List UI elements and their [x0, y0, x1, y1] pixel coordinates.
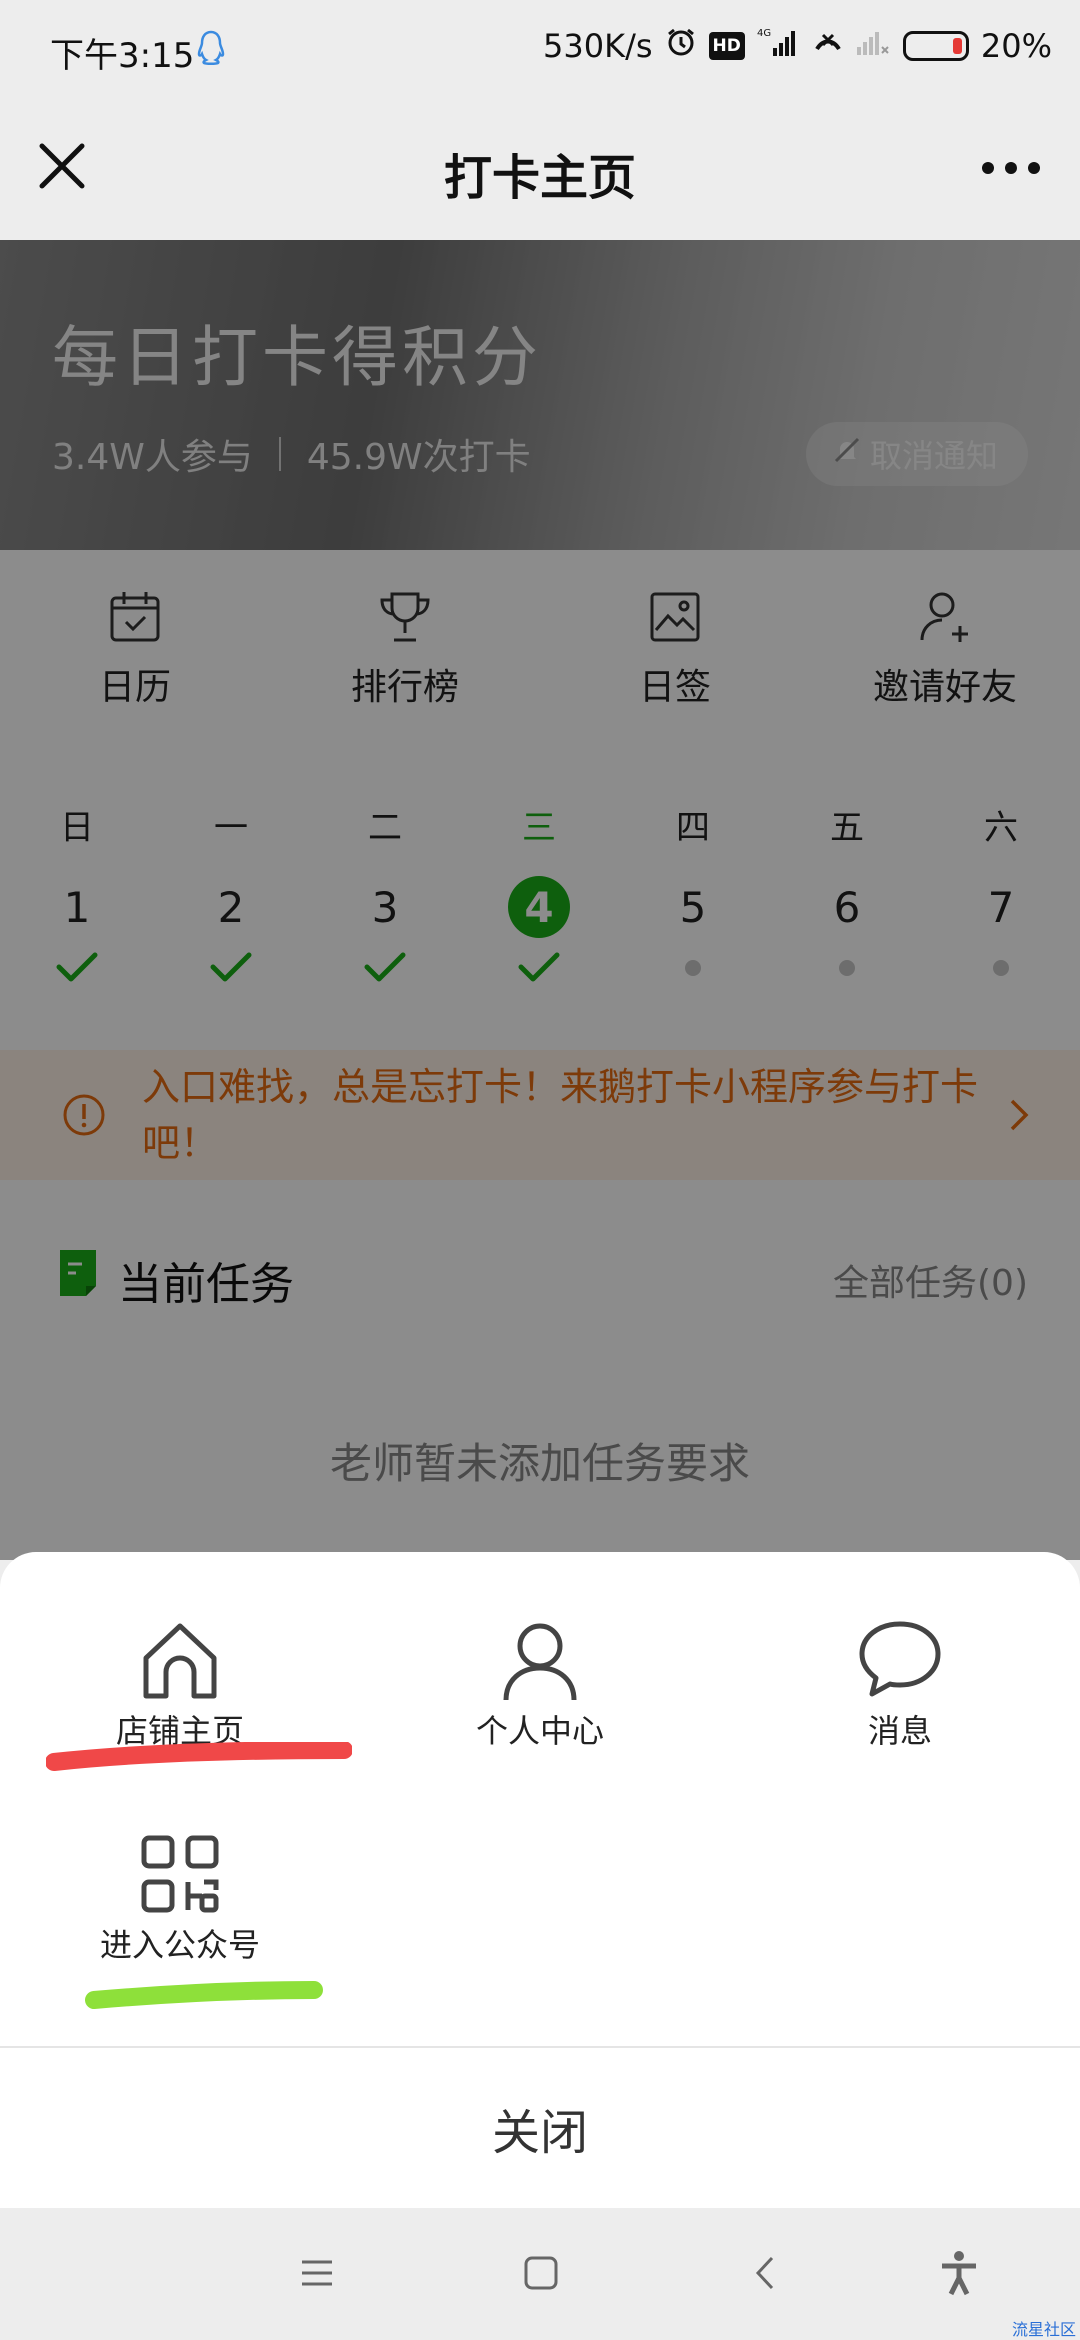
- net-speed: 530K/s: [543, 27, 653, 65]
- back-icon[interactable]: [742, 2248, 792, 2298]
- hd-badge: HD: [708, 32, 745, 60]
- qq-penguin-icon: [196, 30, 226, 70]
- status-bar: 下午3:15 530K/s HD 4G 20%: [0, 0, 1080, 96]
- sheet-label: 进入公众号: [99, 1926, 260, 1964]
- nav-bar: 打卡主页: [0, 96, 1080, 240]
- sheet-item-official-account[interactable]: 进入公众号: [50, 1832, 310, 1966]
- menu-lines-icon[interactable]: [292, 2248, 342, 2298]
- alarm-icon: [665, 26, 697, 66]
- sheet-item-messages[interactable]: 消息: [770, 1618, 1030, 1752]
- more-icon[interactable]: [976, 148, 1046, 188]
- battery-percent: 20%: [980, 27, 1052, 65]
- signal-empty-icon: [855, 27, 891, 65]
- system-nav-bar: 流星社区: [0, 2208, 1080, 2340]
- home-icon: [143, 1623, 217, 1699]
- svg-text:4G: 4G: [757, 28, 771, 39]
- watermark-text: 流星社区: [1011, 2320, 1076, 2339]
- status-right: 530K/s HD 4G 20%: [543, 26, 1052, 66]
- action-sheet: 店铺主页 个人中心 消息 进入公众号 关闭: [0, 1552, 1080, 2208]
- battery-icon: [902, 31, 969, 61]
- person-icon: [503, 1623, 577, 1701]
- modal-backdrop[interactable]: [0, 240, 1080, 1560]
- call-muted-icon: [813, 27, 843, 65]
- status-time: 下午3:15: [50, 36, 195, 76]
- page-title: 打卡主页: [443, 150, 636, 206]
- sheet-label: 个人中心: [475, 1712, 604, 1750]
- qr-code-icon: [141, 1835, 219, 1913]
- green-highlight-stroke: [85, 1981, 323, 2009]
- sheet-item-store-home[interactable]: 店铺主页: [50, 1618, 310, 1752]
- sheet-label: 消息: [867, 1712, 932, 1750]
- chat-bubble-icon: [859, 1621, 941, 1697]
- red-highlight-stroke: [46, 1742, 352, 1771]
- close-button[interactable]: 关闭: [0, 2048, 1080, 2208]
- accessibility-icon[interactable]: [934, 2248, 984, 2298]
- signal-4g-icon: 4G: [757, 26, 801, 66]
- home-square-icon[interactable]: [516, 2248, 566, 2298]
- sheet-item-personal-center[interactable]: 个人中心: [410, 1618, 670, 1752]
